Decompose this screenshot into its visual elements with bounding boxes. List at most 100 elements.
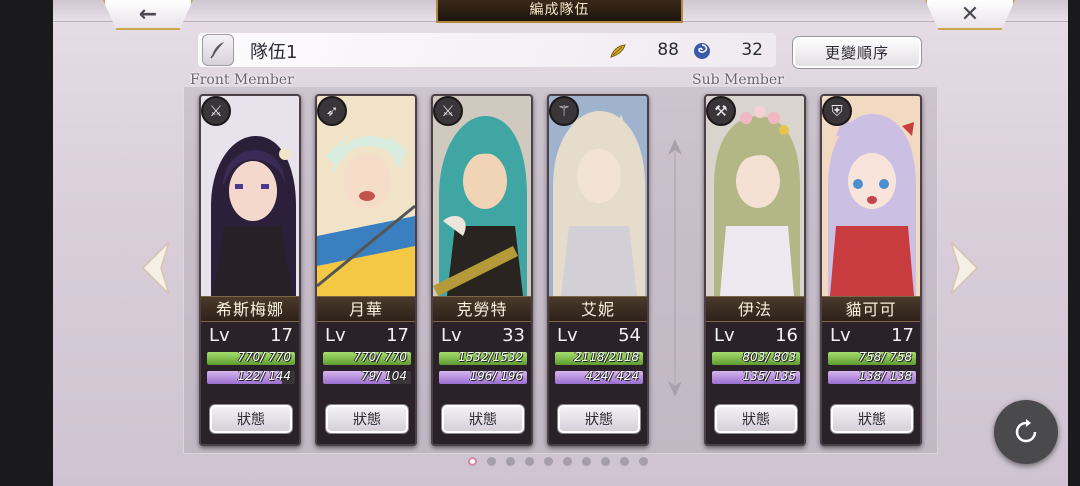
level-row: Lv 17 bbox=[828, 325, 914, 347]
sword-icon: ⚔ bbox=[201, 96, 231, 126]
mp-bar: 122/ 144 bbox=[207, 371, 295, 384]
sword-icon: ⚔ bbox=[433, 96, 463, 126]
close-icon: ✕ bbox=[960, 1, 980, 27]
divider-up-arrow-icon bbox=[668, 139, 682, 155]
level-value: 17 bbox=[270, 325, 293, 346]
stat-value-1: 88 bbox=[657, 40, 679, 60]
hp-text: 758/ 758 bbox=[858, 352, 912, 364]
member-card[interactable]: ⚒ 伊法 Lv 16 803/ 803 135/ 135 狀態 bbox=[704, 94, 806, 446]
mp-text: 196/ 196 bbox=[469, 371, 523, 383]
mp-bar: 79/ 104 bbox=[323, 371, 411, 384]
status-button[interactable]: 狀態 bbox=[557, 404, 641, 434]
level-value: 17 bbox=[386, 325, 409, 346]
staff-icon: ⚚ bbox=[549, 96, 579, 126]
character-portrait bbox=[433, 96, 531, 296]
level-label: Lv bbox=[441, 325, 462, 346]
character-portrait bbox=[317, 96, 415, 296]
prev-team-arrow-icon[interactable] bbox=[141, 240, 171, 296]
next-team-arrow-icon[interactable] bbox=[949, 240, 979, 296]
leaf-wing-icon bbox=[610, 44, 626, 58]
page-dot[interactable] bbox=[525, 457, 534, 466]
member-card[interactable]: ⛨ 貓可可 Lv 17 758/ 758 138/ 138 狀態 bbox=[820, 94, 922, 446]
member-name: 伊法 bbox=[706, 296, 804, 322]
stat-value-2: 32 bbox=[741, 40, 763, 60]
close-button[interactable]: ✕ bbox=[925, 0, 1015, 30]
level-value: 17 bbox=[891, 325, 914, 346]
member-card[interactable]: ➶ 月華 Lv 17 770/ 770 79/ 104 狀態 bbox=[315, 94, 417, 446]
status-button[interactable]: 狀態 bbox=[325, 404, 409, 434]
level-label: Lv bbox=[325, 325, 346, 346]
level-value: 33 bbox=[502, 325, 525, 346]
page-dot[interactable] bbox=[506, 457, 515, 466]
level-row: Lv 17 bbox=[207, 325, 293, 347]
hp-bar: 2118/2118 bbox=[555, 352, 643, 365]
hp-bar: 770/ 770 bbox=[323, 352, 411, 365]
arrow-icon: ➶ bbox=[317, 96, 347, 126]
page-dot[interactable] bbox=[639, 457, 648, 466]
level-row: Lv 33 bbox=[439, 325, 525, 347]
character-portrait bbox=[549, 96, 647, 296]
mp-bar: 135/ 135 bbox=[712, 371, 800, 384]
mp-text: 122/ 144 bbox=[237, 371, 291, 383]
status-button[interactable]: 狀態 bbox=[209, 404, 293, 434]
feather-pen-icon bbox=[210, 42, 224, 59]
rotate-screen-button[interactable] bbox=[994, 400, 1058, 464]
mp-bar: 424/ 424 bbox=[555, 371, 643, 384]
character-portrait bbox=[706, 96, 804, 296]
page-dot[interactable] bbox=[582, 457, 591, 466]
status-button[interactable]: 狀態 bbox=[441, 404, 525, 434]
character-portrait bbox=[822, 96, 920, 296]
page-dot[interactable] bbox=[620, 457, 629, 466]
hp-bar: 803/ 803 bbox=[712, 352, 800, 365]
page-dot[interactable] bbox=[563, 457, 572, 466]
team-name: 隊伍1 bbox=[250, 42, 298, 63]
member-name: 希斯梅娜 bbox=[201, 296, 299, 322]
mp-text: 79/ 104 bbox=[360, 371, 407, 383]
front-sub-divider bbox=[674, 140, 676, 396]
axe-icon: ⚒ bbox=[706, 96, 736, 126]
member-card[interactable]: ⚔ 希斯梅娜 Lv 17 770/ 770 122/ 144 狀態 bbox=[199, 94, 301, 446]
hp-text: 770/ 770 bbox=[237, 352, 291, 364]
member-name: 艾妮 bbox=[549, 296, 647, 322]
edit-team-name-button[interactable] bbox=[202, 34, 234, 66]
mp-bar: 138/ 138 bbox=[828, 371, 916, 384]
level-row: Lv 16 bbox=[712, 325, 798, 347]
level-label: Lv bbox=[557, 325, 578, 346]
level-value: 16 bbox=[775, 325, 798, 346]
change-order-button[interactable]: 更變順序 bbox=[792, 36, 922, 69]
page-dot-active[interactable] bbox=[468, 457, 477, 466]
swirl-icon bbox=[694, 43, 710, 59]
back-button[interactable]: ← bbox=[103, 0, 193, 30]
level-value: 54 bbox=[618, 325, 641, 346]
member-name: 貓可可 bbox=[822, 296, 920, 322]
member-card[interactable]: ⚚ 艾妮 Lv 54 2118/2118 424/ 424 狀態 bbox=[547, 94, 649, 446]
back-arrow-icon: ← bbox=[138, 1, 158, 27]
rotate-icon bbox=[1015, 419, 1037, 443]
page-dot[interactable] bbox=[487, 457, 496, 466]
member-name: 月華 bbox=[317, 296, 415, 322]
page-dot[interactable] bbox=[601, 457, 610, 466]
member-card[interactable]: ⚔ 克勞特 Lv 33 1532/1532 196/ 196 狀態 bbox=[431, 94, 533, 446]
level-label: Lv bbox=[714, 325, 735, 346]
shield-icon: ⛨ bbox=[822, 96, 852, 126]
member-name: 克勞特 bbox=[433, 296, 531, 322]
hp-text: 1532/1532 bbox=[457, 352, 523, 364]
status-button[interactable]: 狀態 bbox=[714, 404, 798, 434]
game-screen: ← 編成隊伍 ✕ 隊伍1 88 32 更變順序 Front Member Sub… bbox=[53, 0, 1068, 486]
hp-text: 803/ 803 bbox=[742, 352, 796, 364]
level-label: Lv bbox=[209, 325, 230, 346]
level-label: Lv bbox=[830, 325, 851, 346]
hp-text: 770/ 770 bbox=[353, 352, 407, 364]
hp-bar: 1532/1532 bbox=[439, 352, 527, 365]
mp-text: 424/ 424 bbox=[585, 371, 639, 383]
character-portrait bbox=[201, 96, 299, 296]
mp-text: 138/ 138 bbox=[858, 371, 912, 383]
hp-bar: 758/ 758 bbox=[828, 352, 916, 365]
mp-text: 135/ 135 bbox=[742, 371, 796, 383]
divider-down-arrow-icon bbox=[668, 381, 682, 397]
mp-bar: 196/ 196 bbox=[439, 371, 527, 384]
status-button[interactable]: 狀態 bbox=[830, 404, 914, 434]
level-row: Lv 17 bbox=[323, 325, 409, 347]
page-dot[interactable] bbox=[544, 457, 553, 466]
level-row: Lv 54 bbox=[555, 325, 641, 347]
